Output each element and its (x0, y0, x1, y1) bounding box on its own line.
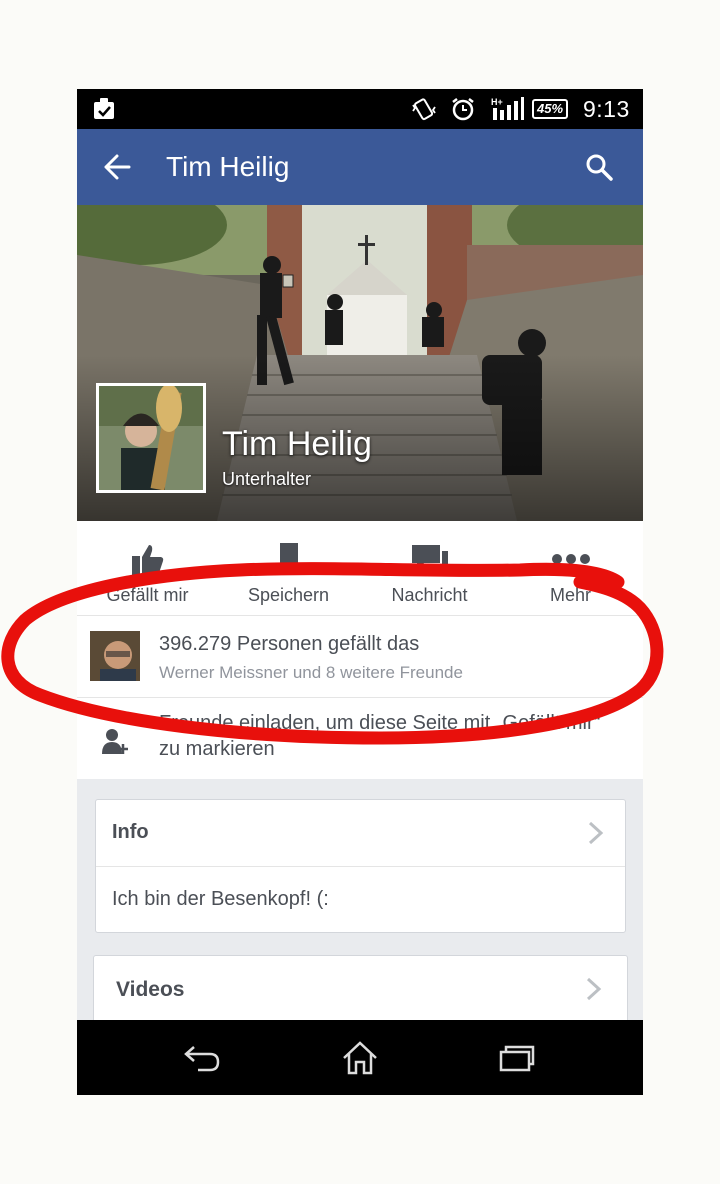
alarm-clock-icon (449, 89, 477, 129)
message-label: Nachricht (391, 585, 468, 605)
info-description: Ich bin der Besenkopf! (: (112, 888, 329, 910)
page-name: Tim Heilig (222, 425, 372, 463)
profile-picture[interactable] (96, 383, 206, 493)
info-header[interactable]: Info (96, 800, 625, 867)
back-arrow-icon (184, 1046, 220, 1072)
friend-avatar (90, 631, 140, 681)
save-button[interactable]: Speichern (218, 521, 359, 615)
clipboard-icon (91, 89, 117, 129)
signal-icon: H+ (491, 89, 525, 129)
phone-screen: H+ 45% 9:13 Tim Heilig Tim Heilig Unterh… (77, 89, 643, 1095)
status-bar: H+ 45% 9:13 (77, 89, 643, 129)
app-bar-title: Tim Heilig (166, 151, 290, 182)
svg-text:H+: H+ (491, 97, 503, 107)
message-button[interactable]: Nachricht (359, 521, 500, 615)
home-icon (343, 1041, 377, 1075)
more-button[interactable]: Mehr (500, 521, 641, 615)
likes-count: 396.279 Personen gefällt das (159, 633, 420, 655)
invite-friends-row[interactable]: Freunde einladen, um diese Seite mit „Ge… (77, 697, 643, 780)
vibrate-icon (410, 89, 438, 129)
search-icon (586, 154, 613, 181)
likes-friends: Werner Meissner und 8 weitere Freunde (159, 663, 463, 682)
likes-row[interactable]: 396.279 Personen gefällt das Werner Meis… (77, 615, 643, 698)
add-friend-icon (101, 728, 129, 761)
like-label: Gefällt mir (106, 585, 189, 605)
cover-photo[interactable]: Tim Heilig Unterhalter (77, 205, 643, 521)
battery-percent: 45% (532, 99, 569, 119)
profile-photo (99, 386, 203, 490)
recent-apps-icon (499, 1045, 535, 1072)
page-actions-card: Gefällt mir Speichern Nachricht Mehr 396… (77, 521, 643, 779)
videos-title: Videos (116, 978, 185, 1001)
save-label: Speichern (247, 585, 330, 605)
page-category: Unterhalter (222, 469, 312, 489)
more-icon (500, 541, 641, 577)
invite-text: Freunde einladen, um diese Seite mit „Ge… (159, 712, 601, 760)
nav-recents-button[interactable] (487, 1038, 547, 1078)
chevron-right-icon (586, 820, 606, 851)
battery-indicator: 45% (532, 89, 569, 129)
search-button[interactable] (577, 149, 621, 185)
thumbs-up-icon (77, 541, 218, 577)
arrow-left-icon (104, 154, 131, 180)
more-label: Mehr (549, 585, 591, 605)
chevron-right-icon (584, 976, 604, 1007)
clock: 9:13 (583, 95, 630, 122)
nav-home-button[interactable] (330, 1038, 390, 1078)
like-button[interactable]: Gefällt mir (77, 521, 218, 615)
bookmark-icon (218, 541, 359, 577)
android-nav-bar (77, 1020, 643, 1095)
back-button[interactable] (97, 149, 137, 185)
info-title: Info (112, 821, 149, 843)
message-icon (359, 541, 500, 577)
nav-back-button[interactable] (172, 1038, 232, 1078)
info-card: Info Ich bin der Besenkopf! (: (95, 799, 626, 933)
app-bar: Tim Heilig (77, 129, 643, 205)
